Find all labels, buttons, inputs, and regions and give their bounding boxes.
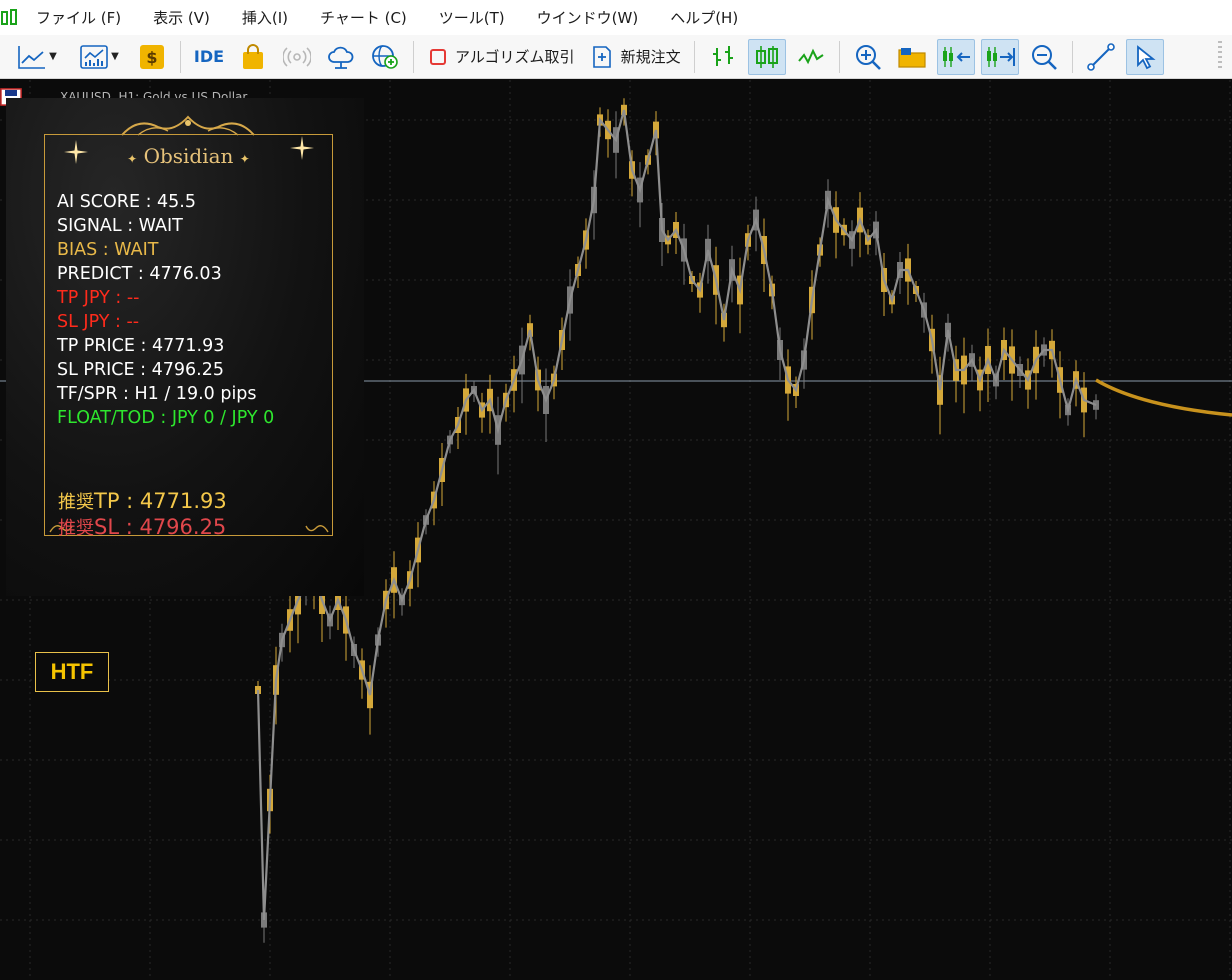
signals-button[interactable] — [278, 39, 316, 75]
new-order-label: 新規注文 — [620, 48, 681, 66]
shift-right-icon — [986, 46, 1015, 67]
indicators-icon — [80, 44, 108, 69]
menu-help[interactable]: ヘルプ(H) — [670, 7, 738, 28]
star-icon: ✦ — [239, 152, 250, 166]
terminal-window: ファイル (F) 表示 (V) 挿入(I) チャート (C) ツール(T) ウイ… — [0, 0, 1232, 980]
trendline-button[interactable] — [1082, 39, 1120, 75]
zoom-in-button[interactable] — [849, 39, 887, 75]
recommended-sl: 推奨SL : 4796.25 — [58, 514, 226, 540]
menu-insert[interactable]: 挿入(I) — [242, 7, 288, 28]
recommended-tp: 推奨TP : 4771.93 — [58, 488, 227, 514]
market-button[interactable] — [234, 39, 272, 75]
panel-title: ✦ Obsidian ✦ — [44, 144, 333, 168]
line-wave-icon — [797, 48, 824, 64]
line-chart-icon — [18, 45, 46, 69]
sl-price-text: SL PRICE : 4796.25 — [57, 360, 224, 380]
dollar-icon: $ — [140, 44, 164, 69]
chart-app-icon — [0, 8, 20, 28]
menu-charts[interactable]: チャート (C) — [320, 7, 407, 28]
ai-score-text: AI SCORE : 45.5 — [57, 192, 197, 212]
zoom-out-button[interactable] — [1025, 39, 1063, 75]
menu-window[interactable]: ウインドウ(W) — [537, 7, 639, 28]
indicators-dropdown[interactable]: ▼ — [71, 39, 127, 75]
tf-spread-text: TF/SPR : H1 / 19.0 pips — [57, 384, 257, 404]
zoom-in-icon — [855, 44, 881, 70]
line-chart-dropdown[interactable]: ▼ — [9, 39, 65, 75]
panel-title-text: Obsidian — [143, 144, 234, 168]
recommended-tp-value: TP : 4771.93 — [94, 489, 227, 513]
candlestick-icon — [755, 45, 778, 68]
signal-broadcast-icon — [283, 46, 311, 67]
ide-label: IDE — [193, 47, 225, 66]
prediction-curve — [1095, 378, 1232, 417]
auto-scroll-button[interactable] — [936, 38, 975, 75]
float-today-text: FLOAT/TOD : JPY 0 / JPY 0 — [57, 408, 275, 428]
svg-text:$: $ — [146, 48, 157, 67]
toolbar-separator — [413, 40, 414, 73]
star-icon: ✦ — [127, 152, 138, 166]
zoom-out-icon — [1031, 44, 1057, 70]
trendline-icon — [1086, 42, 1115, 71]
algo-trading-label: アルゴリズム取引 — [455, 48, 575, 66]
shopping-bag-icon — [243, 43, 263, 69]
bar-chart-button[interactable] — [704, 39, 742, 75]
ohlc-bars-icon — [712, 45, 733, 66]
new-order-icon — [592, 45, 611, 68]
new-order-button[interactable]: 新規注文 — [587, 39, 685, 75]
sl-jpy-text: SL JPY : -- — [57, 312, 140, 332]
globe-plus-icon — [372, 44, 398, 69]
folder-icon — [897, 47, 926, 68]
recommended-sl-value: SL : 4796.25 — [94, 515, 227, 539]
menu-view[interactable]: 表示 (V) — [153, 7, 210, 28]
stop-square-icon — [430, 48, 446, 65]
toolbar-separator — [693, 40, 695, 73]
templates-button[interactable] — [893, 39, 931, 75]
toolbar-grip[interactable] — [1218, 41, 1222, 71]
close-price-line — [256, 109, 1097, 921]
menu-bar: ファイル (F) 表示 (V) 挿入(I) チャート (C) ツール(T) ウイ… — [0, 0, 1232, 35]
corner-flourish-icon — [305, 525, 329, 533]
cursor-arrow-icon — [1136, 44, 1156, 69]
toolbar: ▼ ▼ $ IDE アルゴリズム取引 新規注文 — [0, 35, 1232, 79]
cloud-icon — [328, 46, 354, 69]
signal-text: SIGNAL : WAIT — [57, 216, 183, 236]
candlestick-button[interactable] — [747, 38, 786, 75]
tp-price-text: TP PRICE : 4771.93 — [57, 336, 225, 356]
vps-button[interactable] — [322, 39, 360, 75]
recommended-sl-prefix: 推奨 — [58, 518, 94, 539]
line-button[interactable] — [792, 39, 830, 75]
recommended-tp-prefix: 推奨 — [58, 492, 94, 513]
dollar-button[interactable]: $ — [133, 39, 171, 75]
bias-text: BIAS : WAIT — [57, 240, 159, 260]
toolbar-separator — [1071, 40, 1073, 73]
menu-tools[interactable]: ツール(T) — [439, 7, 505, 28]
predict-text: PREDICT : 4776.03 — [57, 264, 222, 284]
menu-file[interactable]: ファイル (F) — [36, 7, 121, 28]
scroll-left-icon — [942, 46, 970, 67]
toolbar-separator — [180, 40, 181, 73]
community-button[interactable] — [366, 39, 404, 75]
chevron-down-icon: ▼ — [111, 51, 119, 62]
chevron-down-icon: ▼ — [49, 51, 57, 62]
toolbar-separator — [838, 40, 840, 73]
chart-shift-button[interactable] — [980, 38, 1019, 75]
algo-trading-button[interactable]: アルゴリズム取引 — [423, 39, 581, 75]
cursor-button[interactable] — [1125, 38, 1164, 75]
tp-jpy-text: TP JPY : -- — [57, 288, 140, 308]
candles-layer — [255, 98, 1099, 943]
htf-badge[interactable]: HTF — [35, 652, 109, 692]
ide-button[interactable]: IDE — [190, 39, 228, 75]
